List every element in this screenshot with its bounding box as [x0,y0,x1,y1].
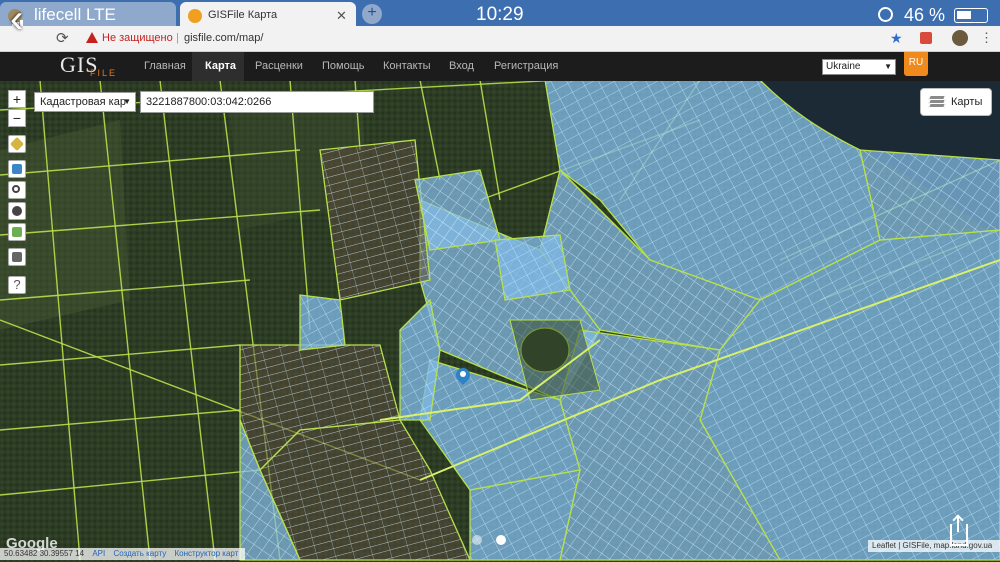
country-value: Ukraine [826,61,861,72]
profile-avatar[interactable] [952,30,968,46]
layer-select[interactable]: Кадастровая кар ▼ [34,92,136,112]
basemaps-button[interactable]: Карты [920,88,992,116]
share-icon[interactable] [950,516,968,546]
create-map-link[interactable]: Создать карту [113,549,166,558]
close-tab-icon[interactable]: ✕ [336,8,347,24]
security-warning[interactable]: Не защищено [102,32,173,44]
country-select[interactable]: Ukraine ▼ [822,59,896,75]
site-navbar: GIS FILE Главная Карта Расценки Помощь К… [0,52,1000,81]
nav-help[interactable]: Помощь [322,60,365,72]
map-canvas[interactable] [0,80,1000,562]
page-indicator [472,532,520,550]
separator: | [176,32,179,44]
nav-register[interactable]: Регистрация [494,60,558,72]
chevron-down-icon: ▼ [884,62,892,71]
layer-select-value: Кадастровая кар [40,96,126,108]
map-builder-link[interactable]: Конструктор карт [174,549,238,558]
gisfile-logo[interactable]: GIS FILE [60,52,120,81]
battery-icon [954,8,988,23]
page-dot-active [496,535,506,545]
favicon-icon [188,9,202,23]
page-dot [472,535,482,545]
extension-icon[interactable] [920,32,932,44]
help-icon[interactable]: ? [8,276,26,294]
address-bar: ⟳ Не защищено | gisfile.com/map/ ★ ⋮ [0,26,1000,52]
battery-percent: 46 % [904,5,946,25]
coordinates-bar: 50.63482 30.39557 14 API Создать карту К… [0,548,245,560]
carrier-label: lifecell LTE [34,5,116,24]
reload-icon[interactable]: ⟳ [56,29,69,47]
basemaps-label: Карты [951,96,983,108]
search-icon[interactable] [8,181,26,199]
logo-file-text: FILE [90,68,118,78]
coordinates-readout: 50.63482 30.39557 14 [4,549,85,558]
tab-title: GISFile Карта [208,9,278,21]
nav-pricing[interactable]: Расценки [255,60,303,72]
zoom-in-button[interactable]: + [8,90,26,108]
nav-home[interactable]: Главная [144,60,186,72]
nav-map[interactable]: Карта [205,60,236,72]
cadastral-number-input[interactable]: 3221887800:03:042:0266 [140,91,374,113]
location-pin-icon[interactable] [453,365,473,388]
nav-login[interactable]: Вход [449,60,474,72]
back-arrow-icon[interactable]: ‹ [10,0,23,39]
chevron-down-icon: ▼ [123,97,131,106]
terrain-icon[interactable] [8,223,26,241]
clock: 10:29 [476,4,524,25]
alarm-icon [878,7,893,22]
ruler-icon[interactable] [8,135,26,153]
zoom-out-button[interactable]: − [8,109,26,127]
bookmark-star-icon[interactable]: ★ [890,30,903,47]
clear-icon[interactable] [8,202,26,220]
attribution[interactable]: Leaflet | GISFile, map.land.gov.ua [868,540,1000,552]
url-field[interactable]: gisfile.com/map/ [184,32,263,44]
nav-contacts[interactable]: Контакты [383,60,431,72]
screen: GISFile Карта ✕ + lifecell LTE 10:29 46 … [0,0,1000,562]
menu-dots-icon[interactable]: ⋮ [980,30,993,46]
api-link[interactable]: API [92,549,105,558]
print-icon[interactable] [8,248,26,266]
warning-icon[interactable] [86,32,98,43]
layers-icon[interactable] [8,160,26,178]
language-button[interactable]: RU [904,52,928,76]
new-tab-button[interactable]: + [362,4,382,24]
cadastral-map[interactable] [0,80,1000,562]
layers-stack-icon [928,95,946,109]
